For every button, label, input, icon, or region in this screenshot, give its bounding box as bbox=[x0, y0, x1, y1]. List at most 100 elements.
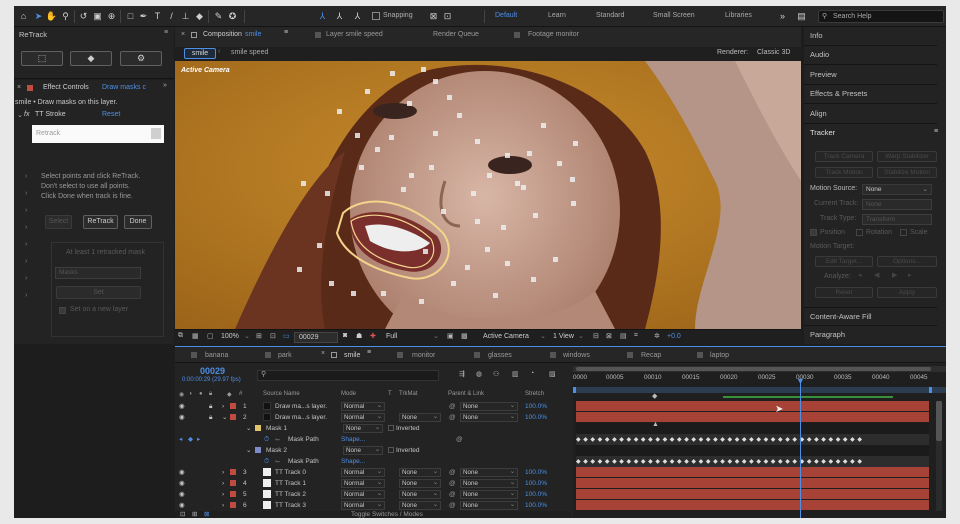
workspace-overflow-icon[interactable]: » bbox=[777, 11, 788, 22]
warp-stabilizer-button[interactable]: Warp Stabilizer bbox=[877, 151, 937, 162]
analyze-forward-frame-icon[interactable]: ▸ bbox=[908, 271, 912, 279]
vertical-scrollbar[interactable] bbox=[936, 401, 942, 511]
layer-search-input[interactable]: ⚲ bbox=[257, 370, 439, 381]
set-button[interactable]: Set bbox=[56, 286, 141, 299]
comp-mini-flowchart-icon[interactable]: ⇶ bbox=[459, 370, 465, 378]
mode-dropdown[interactable]: Normal ⌄ bbox=[341, 479, 385, 488]
position-checkbox[interactable] bbox=[810, 229, 817, 236]
zoom-tool-icon[interactable]: ⚲ bbox=[60, 11, 71, 22]
snapping-checkbox[interactable] bbox=[372, 12, 380, 20]
exposure-icon[interactable]: ✲ bbox=[654, 332, 660, 340]
expand-icon[interactable]: › bbox=[222, 479, 224, 488]
label-color[interactable] bbox=[230, 480, 236, 486]
stretch-header[interactable]: Stretch bbox=[525, 391, 544, 397]
pickwhip-icon[interactable]: @ bbox=[449, 490, 456, 499]
search-help-input[interactable]: ⚲ Search Help bbox=[818, 10, 944, 23]
effect-controls-tab[interactable]: Effect Controls bbox=[43, 84, 89, 91]
eraser-tool-icon[interactable]: ◆ bbox=[194, 11, 205, 22]
layer-tab[interactable]: Layer smile speed bbox=[326, 31, 383, 38]
region-icon[interactable]: ▦ bbox=[192, 332, 199, 340]
toggle-pixel-aspect-icon[interactable]: ⊟ bbox=[593, 332, 599, 340]
puppet-pin-tool-icon[interactable]: ✪ bbox=[227, 11, 238, 22]
expand-pane-icon[interactable]: ⊞ bbox=[192, 510, 197, 518]
paragraph-panel[interactable]: Paragraph bbox=[804, 326, 937, 345]
lock-icon[interactable]: 🔒︎ bbox=[209, 402, 212, 411]
transfer-controls-icon[interactable]: ⊠ bbox=[204, 510, 209, 518]
close-icon[interactable]: × bbox=[321, 350, 325, 357]
type-tool-icon[interactable]: T bbox=[152, 11, 163, 22]
tab-recap[interactable]: Recap bbox=[641, 352, 661, 359]
shy-layers-icon[interactable]: ⚇ bbox=[493, 370, 499, 378]
transparency-icon[interactable]: ▩ bbox=[461, 332, 468, 340]
mask-visibility-icon[interactable]: ⊡ bbox=[270, 332, 276, 340]
stopwatch-icon[interactable]: ⏱ bbox=[264, 435, 269, 444]
layer-name[interactable]: TT Track 2 bbox=[275, 490, 306, 499]
keyframe-marker-icon[interactable]: ◆ bbox=[652, 392, 657, 400]
done-button[interactable]: Done bbox=[124, 215, 152, 229]
edit-target-button[interactable]: Edit Target... bbox=[815, 256, 873, 267]
show-snapshot-icon[interactable]: ☗ bbox=[356, 332, 362, 340]
stopwatch-icon[interactable]: ⏱ bbox=[264, 457, 269, 466]
stretch-value[interactable]: 100.0% bbox=[525, 468, 547, 477]
trkmat-dropdown[interactable]: None ⌄ bbox=[399, 413, 441, 422]
fx-reset-link[interactable]: Reset bbox=[102, 111, 120, 118]
panel-menu-icon[interactable]: ≡ bbox=[284, 29, 288, 36]
effects-presets-panel[interactable]: Effects & Presets bbox=[804, 85, 937, 104]
expand-icon[interactable]: › bbox=[222, 490, 224, 499]
reset-button[interactable]: Reset bbox=[815, 287, 873, 298]
next-keyframe-icon[interactable]: ▸ bbox=[197, 435, 200, 444]
label-color[interactable] bbox=[230, 502, 236, 508]
close-icon[interactable]: × bbox=[181, 31, 185, 38]
rectangle-tool-icon[interactable]: □ bbox=[125, 11, 136, 22]
time-ruler[interactable]: 0000 00005 00010 00015 00020 00025 00030… bbox=[573, 374, 946, 385]
analyze-backward-icon[interactable]: ◀ bbox=[874, 271, 879, 279]
mode-dropdown[interactable]: Normal ⌄ bbox=[341, 413, 385, 422]
home-icon[interactable]: ⌂ bbox=[18, 11, 29, 22]
track-camera-button[interactable]: Track Camera bbox=[815, 151, 873, 162]
expand-icon[interactable]: › bbox=[222, 501, 224, 510]
preview-panel[interactable]: Preview bbox=[804, 66, 937, 85]
select-button[interactable]: Select bbox=[45, 215, 72, 229]
mask-2-path-track[interactable]: ◆◆◆◆◆◆◆◆◆◆◆◆◆◆◆◆◆◆◆◆◆◆◆◆◆◆◆◆◆◆◆◆◆◆◆◆◆◆◆◆ bbox=[576, 456, 929, 467]
mask-2-keyframes[interactable]: ◆◆◆◆◆◆◆◆◆◆◆◆◆◆◆◆◆◆◆◆◆◆◆◆◆◆◆◆◆◆◆◆◆◆◆◆◆◆◆◆ bbox=[576, 458, 929, 465]
local-axis-icon[interactable]: ⅄ bbox=[317, 11, 328, 22]
apply-button[interactable]: Apply bbox=[877, 287, 937, 298]
crumb-smile-speed[interactable]: smile speed bbox=[231, 49, 268, 56]
work-area-handle[interactable] bbox=[576, 367, 931, 371]
camera-snapshot-icon[interactable]: ◙ bbox=[343, 332, 347, 339]
workspace-default[interactable]: Default bbox=[495, 12, 517, 19]
graph-editor-icon[interactable]: ▨ bbox=[549, 370, 556, 378]
mask-mode-dropdown[interactable]: None ⌄ bbox=[343, 446, 383, 455]
label-color[interactable] bbox=[230, 414, 236, 420]
trkmat-dropdown[interactable]: None ⌄ bbox=[399, 479, 441, 488]
views-dropdown[interactable]: 1 View bbox=[553, 333, 574, 340]
retrack-keyframe-button[interactable]: ◆ bbox=[70, 51, 112, 66]
parent-dropdown[interactable]: None ⌄ bbox=[460, 479, 518, 488]
set-new-layer-checkbox[interactable] bbox=[59, 307, 66, 314]
trkmat-header[interactable]: TrkMat bbox=[399, 391, 417, 397]
t-header[interactable]: T bbox=[388, 391, 392, 397]
chevron-down-icon[interactable]: ⌄ bbox=[578, 332, 584, 340]
content-aware-fill-panel[interactable]: Content-Aware Fill bbox=[804, 307, 937, 326]
trkmat-dropdown[interactable]: None ⌄ bbox=[399, 468, 441, 477]
layer-row[interactable]: ◉ › 4 TT Track 1 Normal ⌄ None ⌄ @ None ⌄ 1… bbox=[175, 478, 571, 489]
eye-icon[interactable]: ◉ bbox=[179, 479, 185, 488]
tab-smile[interactable]: smile bbox=[344, 352, 360, 359]
workspace-libraries[interactable]: Libraries bbox=[725, 12, 752, 19]
retrack-input[interactable]: Retrack bbox=[32, 125, 164, 143]
chevron-right-icon[interactable]: » bbox=[163, 82, 167, 89]
clone-stamp-tool-icon[interactable]: ⊥ bbox=[180, 11, 191, 22]
audio-panel[interactable]: Audio bbox=[804, 46, 937, 65]
mask-name[interactable]: Mask 2 bbox=[266, 446, 287, 455]
composition-viewer[interactable]: Active Camera bbox=[175, 61, 801, 329]
snap-option-icon[interactable]: ⊠ bbox=[428, 11, 439, 22]
work-area-end[interactable] bbox=[929, 387, 932, 393]
track-2-bar[interactable] bbox=[576, 489, 929, 499]
mode-dropdown[interactable]: Normal ⌄ bbox=[341, 490, 385, 499]
pickwhip-icon[interactable]: @ bbox=[456, 435, 463, 444]
camera-tool-icon[interactable]: ▣ bbox=[92, 11, 103, 22]
close-icon[interactable]: × bbox=[17, 84, 21, 91]
pickwhip-icon[interactable]: @ bbox=[449, 479, 456, 488]
label-color[interactable] bbox=[230, 491, 236, 497]
layer-row[interactable]: ◉ 🔒︎ ⌄ 2 Draw ma...s layer. Normal ⌄ None… bbox=[175, 412, 571, 423]
